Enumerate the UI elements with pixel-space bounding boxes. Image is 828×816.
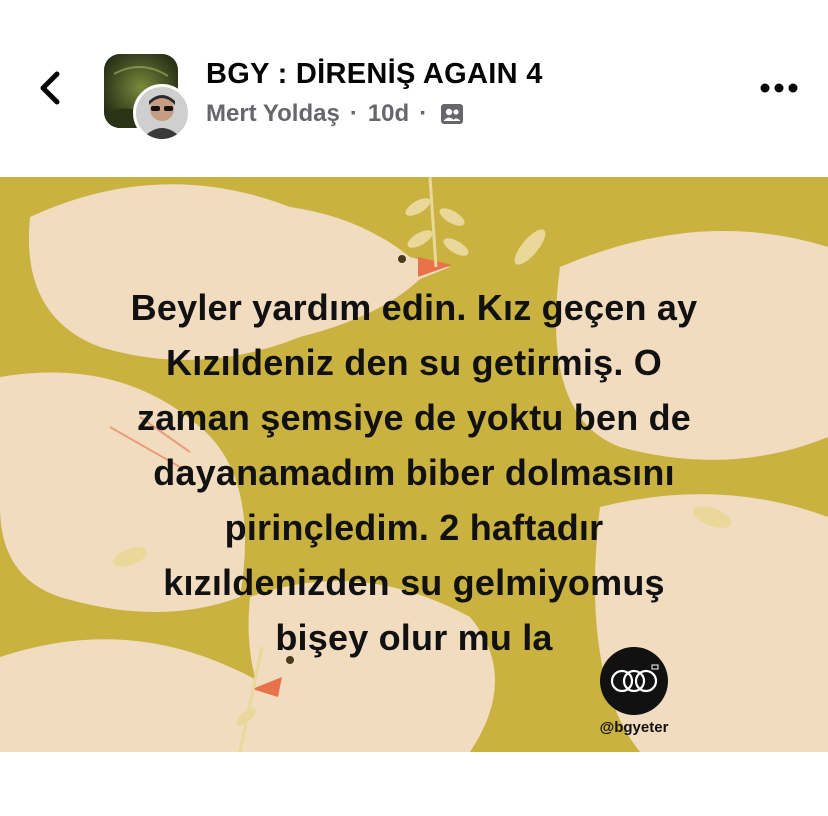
post-text-line: zaman şemsiye de yoktu ben de xyxy=(136,397,691,438)
post-text-line: Beyler yardım edin. Kız geçen ay xyxy=(130,287,698,328)
author-name[interactable]: Mert Yoldaş xyxy=(206,100,340,128)
post-meta: Mert Yoldaş · 10d · xyxy=(206,100,465,128)
post-text-line: pirinçledim. 2 haftadır xyxy=(224,507,604,548)
watermark-logo xyxy=(600,647,668,715)
watermark-handle: @bgyeter xyxy=(599,719,669,736)
author-avatar[interactable] xyxy=(133,84,191,142)
post-text: Beyler yardım edin. Kız geçen ay Kızılde… xyxy=(40,280,788,665)
post-text-line: dayanamadım biber dolmasını xyxy=(153,452,675,493)
meta-separator: · xyxy=(349,100,358,127)
meta-separator: · xyxy=(419,100,428,127)
group-members-icon xyxy=(439,101,465,127)
post-text-line: Kızıldeniz den su getirmiş. O xyxy=(166,342,662,383)
chevron-left-icon xyxy=(40,71,60,105)
back-button[interactable] xyxy=(30,66,70,110)
post-time[interactable]: 10d xyxy=(368,100,409,128)
author-avatar-image xyxy=(136,87,188,139)
more-options-button[interactable] xyxy=(756,70,802,106)
post-header: BGY : DİRENİŞ AGAIN 4 Mert Yoldaş · 10d … xyxy=(0,0,828,175)
post-view: BGY : DİRENİŞ AGAIN 4 Mert Yoldaş · 10d … xyxy=(0,0,828,816)
bgy-logo-icon xyxy=(610,664,659,693)
more-horizontal-icon xyxy=(760,83,798,93)
post-text-line: kızıldenizden su gelmiyomuş xyxy=(163,562,665,603)
post-image[interactable]: Beyler yardım edin. Kız geçen ay Kızılde… xyxy=(0,177,828,752)
group-name[interactable]: BGY : DİRENİŞ AGAIN 4 xyxy=(206,58,543,91)
watermark: @bgyeter xyxy=(592,647,676,736)
